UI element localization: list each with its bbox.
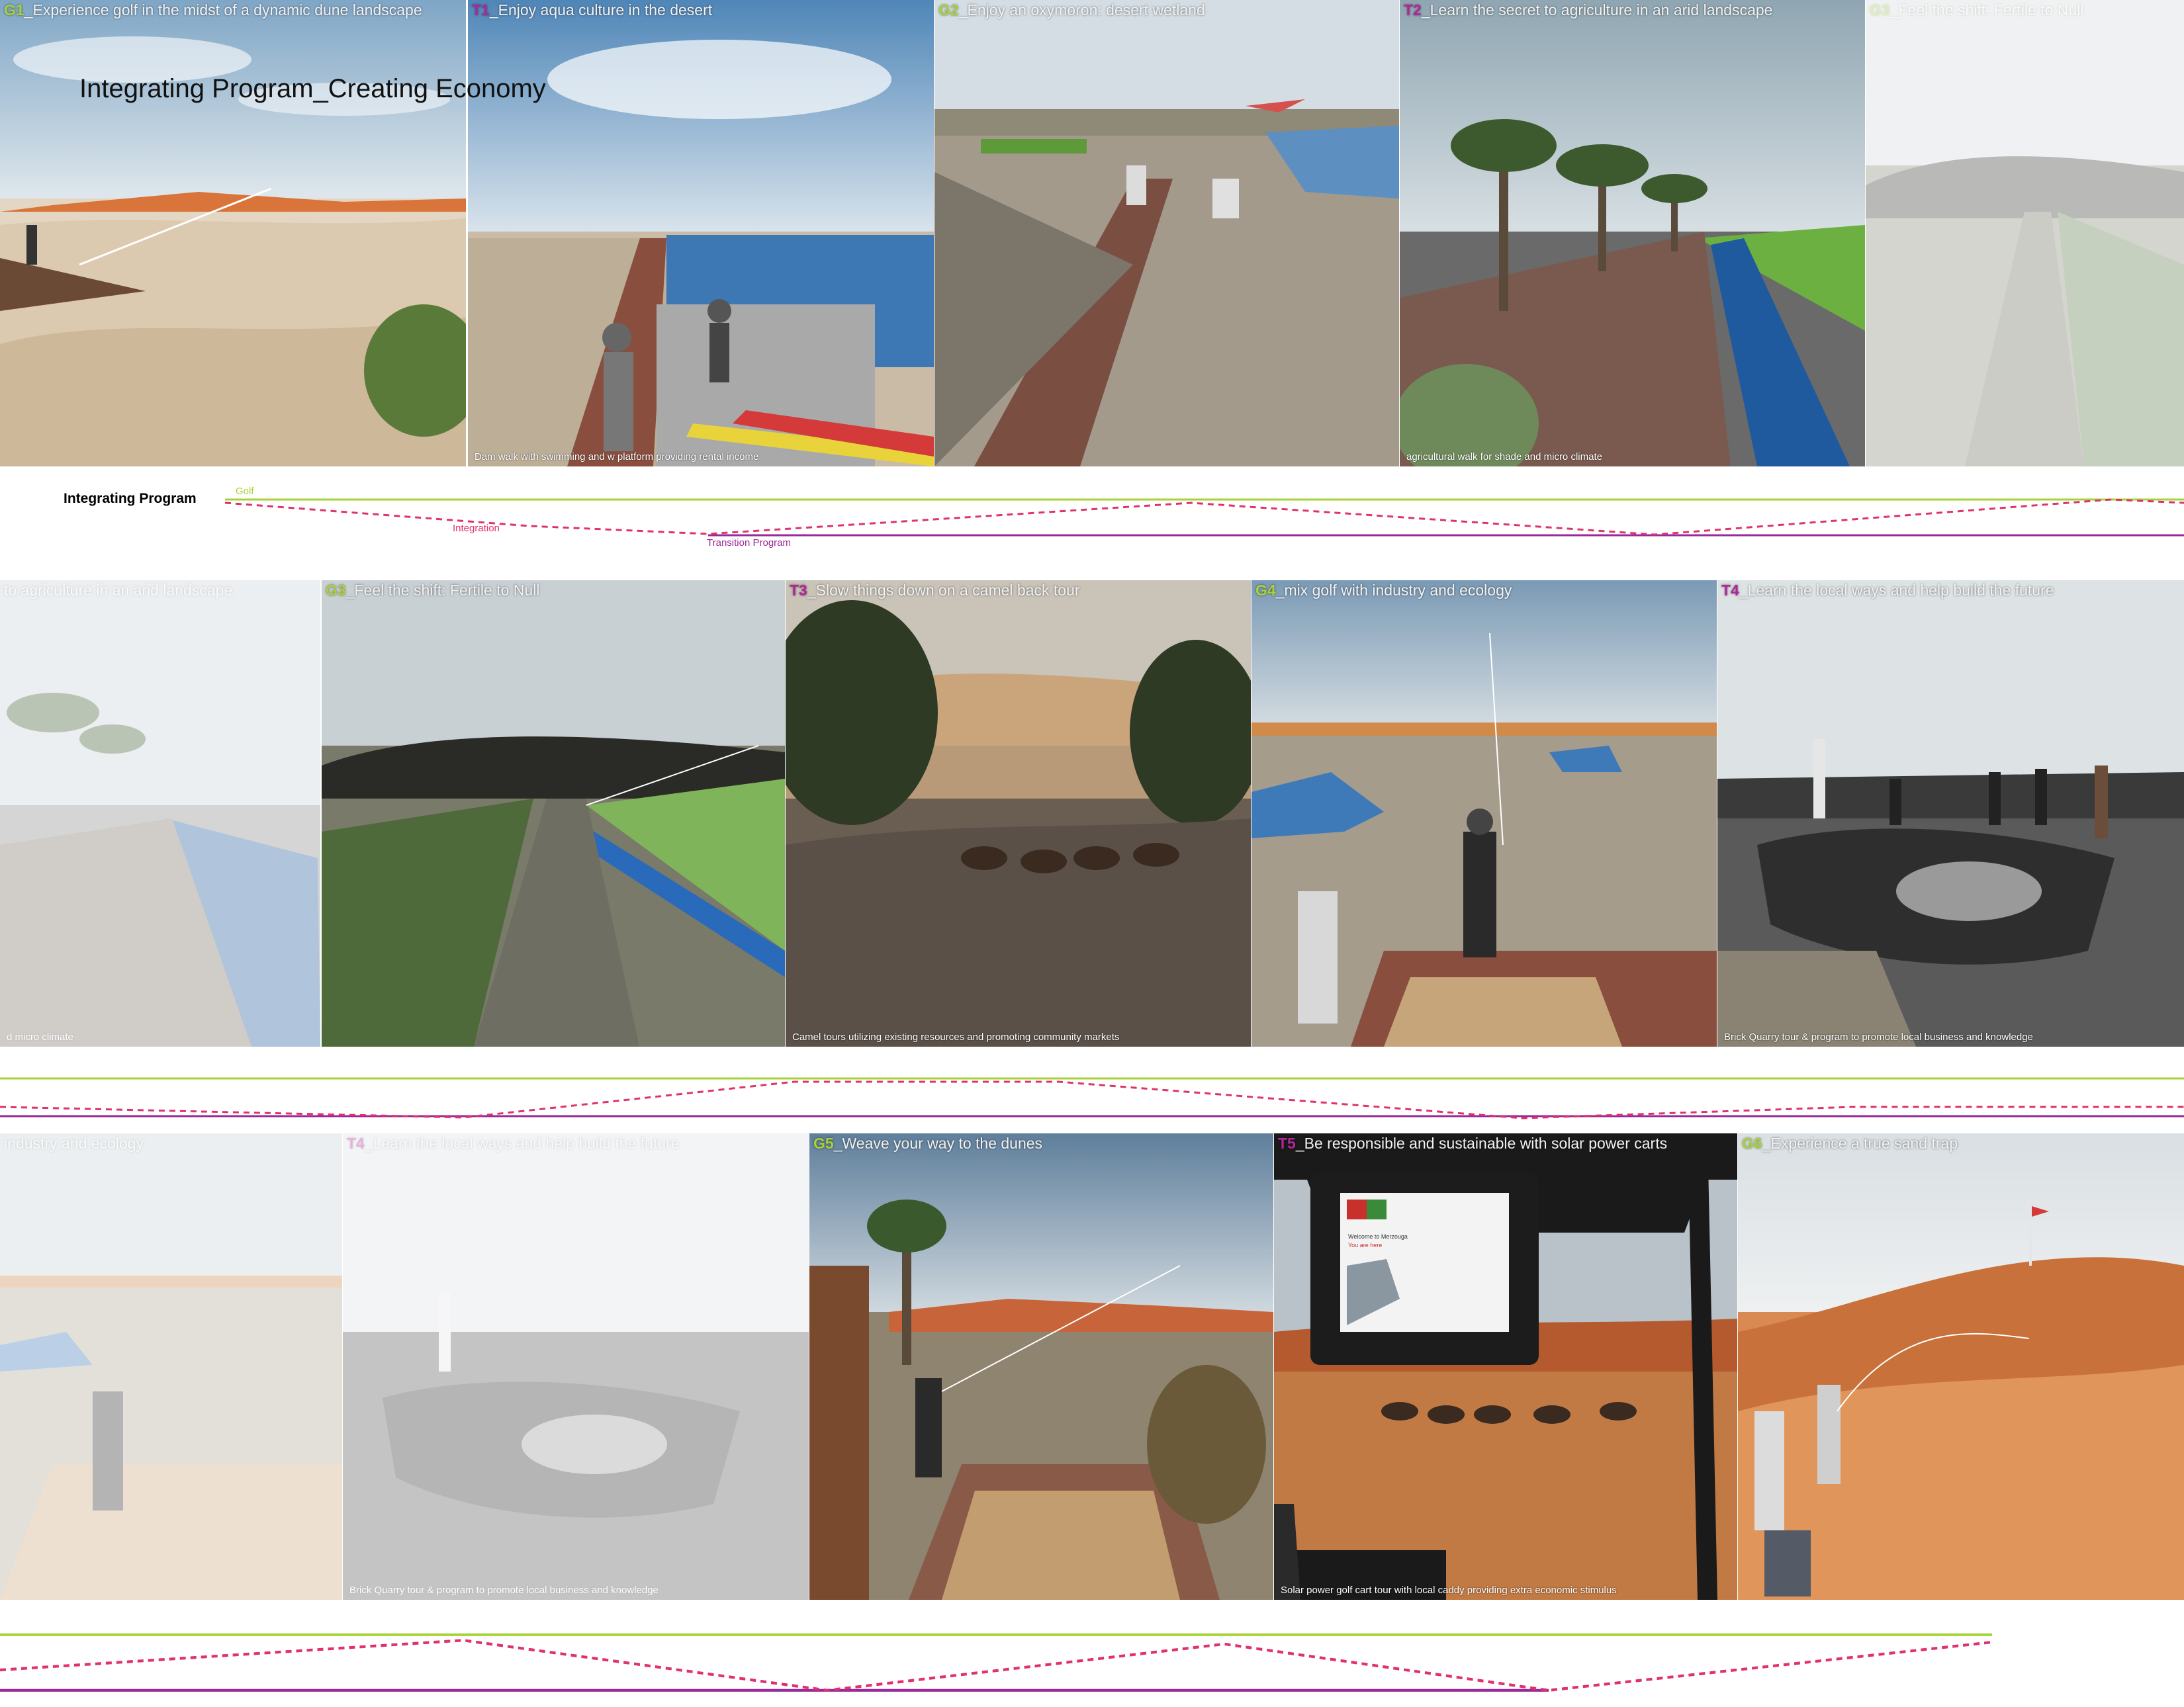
panel-t3-camel-tour: T3_Slow things down on a camel back tour… [786,580,1251,1047]
scene-golf-industry-faded [0,1133,342,1600]
panel-title: industry and ecology [4,1135,144,1152]
panel-caption: Solar power golf cart tour with local ca… [1281,1585,1617,1596]
panel-title: T1_Enjoy aqua culture in the desert [472,1,713,19]
scene-sand-trap [1738,1133,2184,1600]
panel-title: G4_mix golf with industry and ecology [1255,582,1512,599]
scene-agricultural-walk-faded [0,580,320,1047]
integration-line [0,1639,1993,1692]
panel-title: T2_Learn the secret to agriculture in an… [1404,1,1773,19]
panel-title: to agriculture in an arid landscape [4,582,233,599]
panel-caption: agricultural walk for shade and micro cl… [1406,451,1602,462]
scene-fertile-to-null-full [322,580,785,1047]
panel-title: G1_Experience golf in the midst of a dyn… [4,1,422,19]
panel-title: T3_Slow things down on a camel back tour [790,582,1080,599]
panel-title: G3_Feel the shift: Fertile to Null [326,582,540,599]
scene-golf-industry-ecology [1251,580,1717,1047]
legend-integration-label: Integration [453,523,500,534]
scene-camel-tour [786,580,1251,1047]
panel-g2-desert-wetland: G2_Enjoy an oxymoron: desert wetland [934,0,1399,466]
panel-t1-aqua-culture: T1_Enjoy aqua culture in the desert Dam … [468,0,934,466]
panel-title: G3_Feel the shift: Fertile to Null [1870,1,2084,19]
panel-g4-golf-industry: G4_mix golf with industry and ecology [1251,580,1717,1047]
scene-fertile-to-null [1866,0,2184,466]
panel-title: G5_Weave your way to the dunes [813,1135,1043,1152]
panel-title: T4_Learn the local ways and help build t… [347,1135,680,1152]
legend-row-label: Integrating Program [64,491,197,506]
panel-title: T4_Learn the local ways and help build t… [1721,582,2054,599]
panel-g3-fertile-to-null: G3_Feel the shift: Fertile to Null [322,580,785,1047]
legend-transition-label: Transition Program [707,537,791,548]
scene-brick-quarry [1717,580,2184,1047]
scene-solar-cart [1274,1133,1737,1600]
page-title: Integrating Program_Creating Economy [79,74,546,103]
scene-dam-walk [468,0,934,466]
scene-brick-quarry-faded [343,1133,809,1600]
panel-g3-fertile-to-null-preview: G3_Feel the shift: Fertile to Null [1866,0,2184,466]
scene-desert-wetland [934,0,1399,466]
panel-g1-golf-dunes: G1_Experience golf in the midst of a dyn… [0,0,466,466]
panel-caption: Brick Quarry tour & program to promote l… [1724,1031,2033,1043]
panel-t4-local-ways: T4_Learn the local ways and help build t… [1717,580,2184,1047]
panel-t2-agriculture: T2_Learn the secret to agriculture in an… [1400,0,1865,466]
scene-weave-to-dunes [809,1133,1273,1600]
panel-title: T5_Be responsible and sustainable with s… [1278,1135,1668,1152]
cart-screen-line-1: Welcome to Merzouga [1348,1233,1408,1240]
program-lines-row-1 [224,498,2184,537]
scene-dune-golf [0,0,466,466]
cart-screen-line-2: You are here [1348,1242,1383,1248]
panel-t5-solar-carts: Welcome to Merzouga You are here T5_Be r… [1274,1133,1737,1600]
panel-caption: Dam walk with swimming and w platform pr… [475,451,759,462]
panel-title: G2_Enjoy an oxymoron: desert wetland [938,1,1205,19]
panel-t2-agriculture-continued: to agriculture in an arid landscape d mi… [0,580,320,1047]
panel-caption: d micro climate [7,1031,73,1043]
panel-g6-sand-trap: G6_Experience a true sand trap [1738,1133,2184,1600]
integration-line [0,1080,2184,1119]
panel-t4-local-ways-faded: T4_Learn the local ways and help build t… [343,1133,809,1600]
cart-screen-text: Welcome to Merzouga You are here [1348,1233,1408,1250]
scene-agricultural-walk [1400,0,1865,466]
legend-golf-label: Golf [236,486,254,497]
panel-g5-weave-to-dunes: G5_Weave your way to the dunes [809,1133,1273,1600]
panel-caption: Brick Quarry tour & program to promote l… [349,1585,659,1596]
program-lines-row-3 [0,1633,1993,1692]
panel-caption: Camel tours utilizing existing resources… [792,1031,1120,1043]
panel-title: G6_Experience a true sand trap [1742,1135,1958,1152]
integration-line [224,498,2184,536]
panel-g4-golf-industry-continued: industry and ecology [0,1133,342,1600]
